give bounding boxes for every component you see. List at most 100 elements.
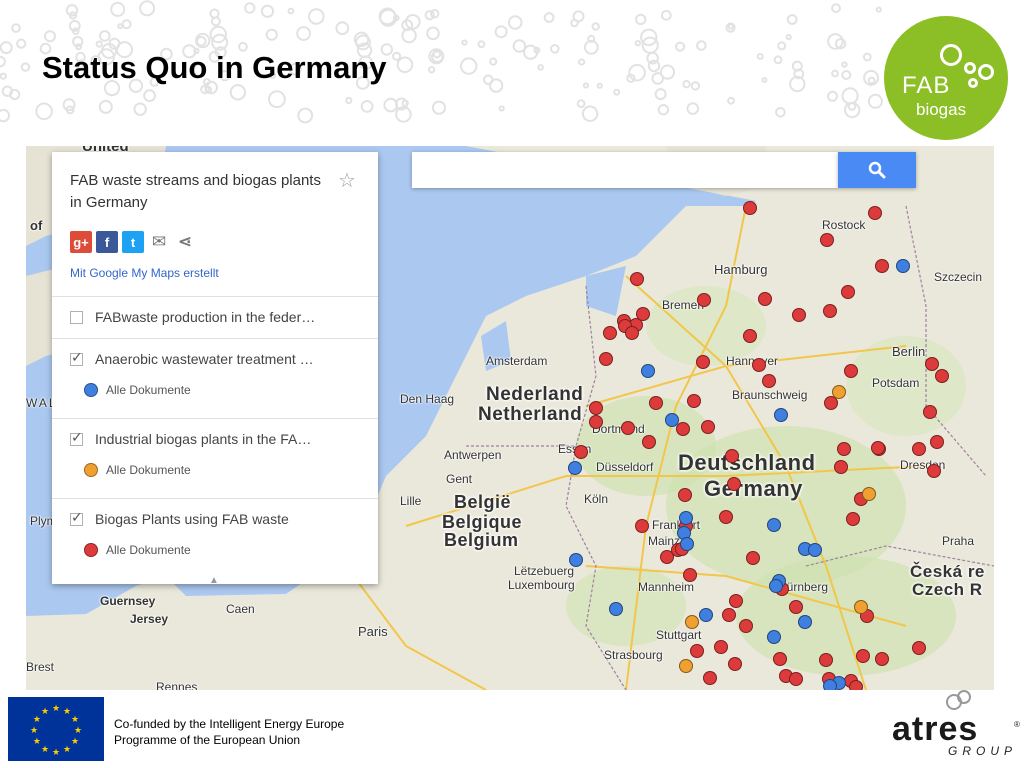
map-marker[interactable] [680, 537, 694, 551]
map-marker[interactable] [875, 652, 889, 666]
layer-checkbox[interactable] [70, 310, 83, 324]
map-marker[interactable] [687, 394, 701, 408]
map-marker[interactable] [697, 293, 711, 307]
map-marker[interactable] [676, 422, 690, 436]
map-marker[interactable] [621, 421, 635, 435]
map-marker[interactable] [856, 649, 870, 663]
map-marker[interactable] [665, 413, 679, 427]
map-marker[interactable] [743, 201, 757, 215]
map-marker[interactable] [789, 600, 803, 614]
map-marker[interactable] [935, 369, 949, 383]
map-marker[interactable] [927, 464, 941, 478]
map-marker[interactable] [846, 512, 860, 526]
map-marker[interactable] [792, 308, 806, 322]
map-marker[interactable] [912, 442, 926, 456]
map-marker[interactable] [896, 259, 910, 273]
map-marker[interactable] [746, 551, 760, 565]
map-marker[interactable] [636, 307, 650, 321]
layer-style-row[interactable]: Alle Dokumente [84, 543, 191, 557]
map-marker[interactable] [703, 671, 717, 685]
map-marker[interactable] [678, 488, 692, 502]
map-marker[interactable] [862, 487, 876, 501]
map-marker[interactable] [912, 641, 926, 655]
map-marker[interactable] [837, 442, 851, 456]
map-marker[interactable] [660, 550, 674, 564]
map-marker[interactable] [683, 568, 697, 582]
map-marker[interactable] [930, 435, 944, 449]
map-marker[interactable] [923, 405, 937, 419]
map-marker[interactable] [728, 657, 742, 671]
collapse-panel-icon[interactable]: ▲ [209, 575, 219, 586]
google-map[interactable]: Nederland Netherland Deutschland Germany… [26, 146, 994, 690]
map-marker[interactable] [569, 553, 583, 567]
map-marker[interactable] [767, 630, 781, 644]
map-marker[interactable] [854, 600, 868, 614]
map-marker[interactable] [630, 272, 644, 286]
map-marker[interactable] [625, 326, 639, 340]
map-marker[interactable] [714, 640, 728, 654]
star-icon[interactable]: ☆ [338, 168, 356, 193]
map-marker[interactable] [789, 672, 803, 686]
map-marker[interactable] [925, 357, 939, 371]
map-marker[interactable] [798, 615, 812, 629]
google-my-maps-link[interactable]: Mit Google My Maps erstellt [70, 266, 219, 280]
twitter-icon[interactable]: t [122, 231, 144, 253]
map-marker[interactable] [696, 355, 710, 369]
map-marker[interactable] [762, 374, 776, 388]
map-marker[interactable] [649, 396, 663, 410]
map-marker[interactable] [767, 518, 781, 532]
map-marker[interactable] [773, 652, 787, 666]
map-marker[interactable] [685, 615, 699, 629]
map-marker[interactable] [568, 461, 582, 475]
map-marker[interactable] [823, 679, 837, 690]
share-icon[interactable]: ⋖ [174, 231, 196, 253]
map-marker[interactable] [769, 579, 783, 593]
email-icon[interactable]: ✉ [148, 231, 170, 253]
map-marker[interactable] [722, 608, 736, 622]
map-marker[interactable] [832, 385, 846, 399]
map-marker[interactable] [727, 477, 741, 491]
map-marker[interactable] [758, 292, 772, 306]
map-marker[interactable] [819, 653, 833, 667]
map-marker[interactable] [725, 449, 739, 463]
map-marker[interactable] [844, 364, 858, 378]
layer-style-row[interactable]: Alle Dokumente [84, 463, 191, 477]
map-marker[interactable] [599, 352, 613, 366]
map-marker[interactable] [603, 326, 617, 340]
map-search-button[interactable] [838, 152, 916, 188]
map-marker[interactable] [690, 644, 704, 658]
facebook-icon[interactable]: f [96, 231, 118, 253]
layer-checkbox[interactable] [70, 429, 83, 446]
map-marker[interactable] [701, 420, 715, 434]
map-marker[interactable] [589, 401, 603, 415]
map-marker[interactable] [808, 543, 822, 557]
map-marker[interactable] [609, 602, 623, 616]
map-marker[interactable] [635, 519, 649, 533]
map-marker[interactable] [699, 608, 713, 622]
map-marker[interactable] [743, 329, 757, 343]
map-marker[interactable] [841, 285, 855, 299]
map-marker[interactable] [679, 511, 693, 525]
map-marker[interactable] [820, 233, 834, 247]
map-marker[interactable] [574, 445, 588, 459]
map-marker[interactable] [875, 259, 889, 273]
map-marker[interactable] [849, 680, 863, 690]
map-marker[interactable] [834, 460, 848, 474]
map-search-input[interactable] [412, 152, 838, 188]
map-marker[interactable] [642, 435, 656, 449]
map-marker[interactable] [589, 415, 603, 429]
map-marker[interactable] [729, 594, 743, 608]
map-marker[interactable] [752, 358, 766, 372]
layer-checkbox[interactable] [70, 349, 83, 366]
map-marker[interactable] [871, 441, 885, 455]
map-marker[interactable] [641, 364, 655, 378]
google-plus-icon[interactable]: g+ [70, 231, 92, 253]
map-marker[interactable] [774, 408, 788, 422]
layer-checkbox[interactable] [70, 509, 83, 526]
layer-style-row[interactable]: Alle Dokumente [84, 383, 191, 397]
map-marker[interactable] [868, 206, 882, 220]
map-marker[interactable] [719, 510, 733, 524]
map-marker[interactable] [679, 659, 693, 673]
map-marker[interactable] [739, 619, 753, 633]
map-marker[interactable] [823, 304, 837, 318]
